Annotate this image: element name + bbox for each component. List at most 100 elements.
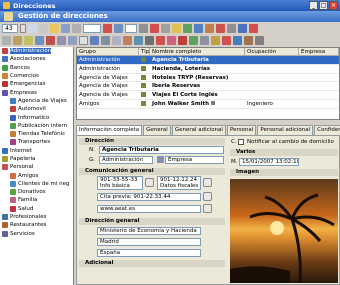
- country-field[interactable]: España: [97, 249, 201, 257]
- nav-item[interactable]: Bancos: [0, 64, 73, 72]
- nav-item[interactable]: Papeleria: [0, 155, 73, 163]
- column-header-ocupacion[interactable]: Ocupación: [245, 48, 299, 55]
- link-icon[interactable]: [134, 36, 143, 45]
- grid-icon[interactable]: [39, 24, 48, 33]
- phone-field[interactable]: 901-33-55-33 Info básica: [97, 176, 143, 190]
- nav-item[interactable]: Emergencias: [0, 80, 73, 88]
- tab-4[interactable]: Personal adicional: [257, 125, 314, 135]
- column-header-tipo[interactable]: Tipo: [139, 48, 150, 55]
- list-view-icon[interactable]: [68, 36, 77, 45]
- refresh-icon[interactable]: [194, 24, 203, 33]
- tab-3[interactable]: Personal: [226, 125, 257, 135]
- calendar-icon[interactable]: [28, 24, 37, 33]
- settings-icon[interactable]: [200, 36, 209, 45]
- nav-item[interactable]: Automovil: [0, 105, 73, 113]
- globe-icon[interactable]: [233, 36, 242, 45]
- exit-icon[interactable]: [249, 24, 258, 33]
- nav-item[interactable]: Clientes de mi neg: [0, 180, 73, 188]
- data-phone-button[interactable]: [203, 178, 212, 187]
- tools-icon[interactable]: [227, 24, 236, 33]
- maximize-button[interactable]: □: [319, 1, 328, 10]
- export-icon[interactable]: [183, 24, 192, 33]
- lock-icon[interactable]: [24, 36, 33, 45]
- group-field[interactable]: Administración: [99, 156, 153, 164]
- contacts-icon[interactable]: [123, 36, 132, 45]
- nav-item[interactable]: Empresas: [0, 88, 73, 96]
- search-icon[interactable]: [114, 24, 123, 33]
- users-icon[interactable]: [205, 24, 214, 33]
- tab-1[interactable]: General: [143, 125, 171, 135]
- nav-item[interactable]: Transportes: [0, 138, 73, 146]
- table-row[interactable]: Agencia de Viajes Iberia Reservas: [77, 82, 339, 92]
- color-icon[interactable]: [46, 36, 55, 45]
- edit-icon[interactable]: [13, 36, 22, 45]
- record-count-field[interactable]: 43: [2, 24, 18, 33]
- filter-combo[interactable]: [83, 24, 101, 33]
- filter-icon[interactable]: [72, 24, 81, 33]
- remove-icon[interactable]: [156, 36, 165, 45]
- delete-record-icon[interactable]: [150, 24, 159, 33]
- arrow-icon[interactable]: [35, 36, 44, 45]
- nav-item[interactable]: Personal: [0, 163, 73, 171]
- nav-item[interactable]: Publicación intern: [0, 122, 73, 130]
- nav-item[interactable]: Profesionales: [0, 213, 73, 221]
- data-phone-field[interactable]: 901-12.12.24 Datos fiscales: [157, 176, 201, 190]
- undo-icon[interactable]: [101, 36, 110, 45]
- street-field[interactable]: Ministerio de Economía y Hacienda: [97, 227, 201, 235]
- nav-item[interactable]: Familia: [0, 196, 73, 204]
- door-icon[interactable]: [255, 36, 264, 45]
- sort-icon[interactable]: [61, 24, 70, 33]
- tab-2[interactable]: General adicional: [171, 125, 226, 135]
- save-icon[interactable]: [90, 36, 99, 45]
- cut-icon[interactable]: [139, 24, 148, 33]
- folder-icon[interactable]: [50, 24, 59, 33]
- modified-field[interactable]: 15/01/2007 13:02:10: [239, 158, 299, 166]
- search-combo[interactable]: [125, 24, 137, 33]
- print-icon[interactable]: [161, 24, 170, 33]
- contact-photo[interactable]: [230, 179, 338, 283]
- chart-icon[interactable]: [189, 36, 198, 45]
- tab-0[interactable]: Información completa: [76, 125, 143, 135]
- city-field[interactable]: Madrid: [97, 238, 201, 246]
- nav-item[interactable]: Salud: [0, 205, 73, 213]
- table-row[interactable]: Agencia de Viajes Hoteles TRYP (Reservas): [77, 74, 339, 83]
- column-header-nombre[interactable]: Nombre completo: [150, 48, 245, 55]
- up-down-icon[interactable]: [20, 24, 26, 33]
- minimize-button[interactable]: _: [309, 1, 318, 10]
- grid-view-icon[interactable]: [57, 36, 66, 45]
- name-field[interactable]: Agencia Tributaria: [99, 146, 224, 154]
- close-record-icon[interactable]: [216, 24, 225, 33]
- column-header-grupo[interactable]: Grupo: [77, 48, 139, 55]
- cancel-icon[interactable]: [222, 36, 231, 45]
- table-icon[interactable]: [112, 36, 121, 45]
- column-header-empresa[interactable]: Empresa: [299, 48, 339, 55]
- nav-item[interactable]: Tiendas Telefónic: [0, 130, 73, 138]
- stop-icon[interactable]: [178, 36, 187, 45]
- heart-icon[interactable]: [167, 36, 176, 45]
- home-icon[interactable]: [244, 36, 253, 45]
- new-icon[interactable]: [79, 36, 88, 45]
- delete-icon[interactable]: [103, 24, 112, 33]
- close-button[interactable]: ×: [329, 1, 338, 10]
- cursor-icon[interactable]: [2, 36, 11, 45]
- nav-item[interactable]: Internet: [0, 147, 73, 155]
- web-button[interactable]: [203, 204, 212, 213]
- key-icon[interactable]: [211, 36, 220, 45]
- phone-button[interactable]: [145, 178, 154, 187]
- nav-item[interactable]: Informatico: [0, 113, 73, 121]
- notify-checkbox[interactable]: [238, 139, 244, 145]
- company-field[interactable]: Empresa: [165, 156, 224, 164]
- mail-icon[interactable]: [172, 24, 181, 33]
- table-row[interactable]: Administración Agencia Tributaria: [77, 56, 339, 65]
- nav-item[interactable]: Comercios: [0, 72, 73, 80]
- nav-item[interactable]: Donativos: [0, 188, 73, 196]
- phone-icon[interactable]: [145, 36, 154, 45]
- table-row[interactable]: Agencia de Viajes Viajes El Corte Inglés: [77, 91, 339, 100]
- nav-item[interactable]: Agencia de Viajes: [0, 97, 73, 105]
- tab-5[interactable]: Confidencia: [314, 125, 340, 135]
- help-icon[interactable]: [238, 24, 247, 33]
- table-row[interactable]: Administración Hacienda, Loterías: [77, 65, 339, 74]
- nav-item[interactable]: Administración: [0, 47, 73, 55]
- table-row[interactable]: Amigos John Walker Smith II Ingeniero: [77, 100, 339, 109]
- appointment-button[interactable]: [203, 192, 212, 201]
